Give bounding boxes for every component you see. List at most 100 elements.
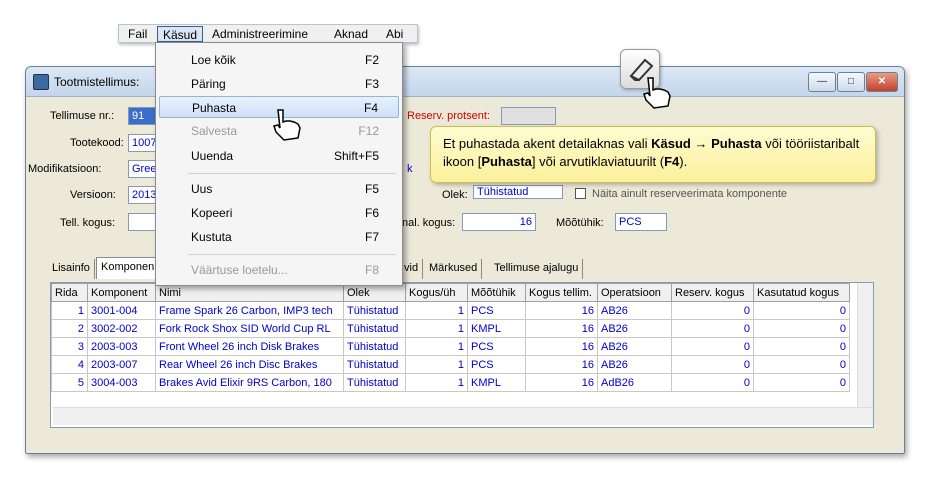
menu-kasud[interactable]: Käsud: [157, 26, 204, 42]
menu-item-kustuta[interactable]: Kustuta F7: [159, 226, 399, 248]
cell-mootuhik[interactable]: PCS: [467, 355, 526, 374]
cell-kasutatud-kogus[interactable]: 0: [753, 319, 850, 338]
table-row[interactable]: 1 3001-004 Frame Spark 26 Carbon, IMP3 tec…: [51, 301, 850, 320]
cell-olek[interactable]: Tühistatud: [343, 355, 406, 374]
col-operatsioon[interactable]: Operatsioon: [597, 283, 672, 302]
menu-aknad[interactable]: Aknad: [329, 26, 373, 42]
menu-item-vaartuse-loetelu[interactable]: Väärtuse loetelu... F8: [159, 259, 399, 281]
menu-item-loe-koik[interactable]: Loe kõik F2: [159, 49, 399, 71]
tell-kogus-label: Tell. kogus:: [60, 217, 116, 229]
cell-kogus-tellim[interactable]: 16: [525, 301, 598, 320]
cell-mootuhik[interactable]: KMPL: [467, 373, 526, 392]
cell-kogus-tellim[interactable]: 16: [525, 355, 598, 374]
cell-operatsioon[interactable]: AB26: [597, 337, 672, 356]
cell-kogus-uh[interactable]: 1: [405, 301, 468, 320]
cell-komponent[interactable]: 2003-003: [87, 337, 156, 356]
cell-kogus-tellim[interactable]: 16: [525, 337, 598, 356]
versioon-field[interactable]: 2013: [128, 186, 156, 204]
col-komponent[interactable]: Komponent: [87, 283, 156, 302]
cell-kasutatud-kogus[interactable]: 0: [753, 337, 850, 356]
col-mootuhik[interactable]: Mõõtühik: [467, 283, 526, 302]
table-row[interactable]: 2 3002-002 Fork Rock Shox SID World Cup RL…: [51, 319, 850, 338]
tab-vid[interactable]: vid: [400, 259, 424, 279]
cell-nimi[interactable]: Frame Spark 26 Carbon, IMP3 tech: [155, 301, 344, 320]
cell-nimi[interactable]: Fork Rock Shox SID World Cup RL: [155, 319, 344, 338]
menu-item-uuenda[interactable]: Uuenda Shift+F5: [159, 145, 399, 167]
cell-operatsioon[interactable]: AB26: [597, 301, 672, 320]
cell-operatsioon[interactable]: AB26: [597, 355, 672, 374]
col-kogus-uh[interactable]: Kogus/üh: [405, 283, 468, 302]
cell-olek[interactable]: Tühistatud: [343, 301, 406, 320]
tab-lisainfo[interactable]: Lisainfo: [48, 259, 95, 279]
cell-kasutatud-kogus[interactable]: 0: [753, 301, 850, 320]
menu-abi[interactable]: Abi: [381, 26, 408, 42]
tell-kogus-field[interactable]: [128, 213, 156, 231]
cell-rida[interactable]: 3: [51, 337, 88, 356]
cell-mootuhik[interactable]: KMPL: [467, 319, 526, 338]
cell-komponent[interactable]: 2003-007: [87, 355, 156, 374]
col-reserv-kogus[interactable]: Reserv. kogus: [671, 283, 754, 302]
cell-operatsioon[interactable]: AdB26: [597, 373, 672, 392]
minimize-button[interactable]: —: [808, 72, 836, 92]
cell-nimi[interactable]: Brakes Avid Elixir 9RS Carbon, 180: [155, 373, 344, 392]
cell-mootuhik[interactable]: PCS: [467, 301, 526, 320]
menu-fail[interactable]: Fail: [123, 26, 152, 42]
olek-field[interactable]: Tühistatud: [473, 185, 563, 199]
cell-kogus-tellim[interactable]: 16: [525, 373, 598, 392]
cell-kogus-uh[interactable]: 1: [405, 319, 468, 338]
cell-kasutatud-kogus[interactable]: 0: [753, 355, 850, 374]
table-row[interactable]: 5 3004-003 Brakes Avid Elixir 9RS Carbon, …: [51, 373, 850, 392]
table-row[interactable]: 3 2003-003 Front Wheel 26 inch Disk Brakes…: [51, 337, 850, 356]
cell-kasutatud-kogus[interactable]: 0: [753, 373, 850, 392]
menu-separator: [188, 254, 396, 255]
cell-kogus-uh[interactable]: 1: [405, 337, 468, 356]
close-button[interactable]: ✕: [866, 72, 898, 92]
mootuhik-field[interactable]: PCS: [615, 213, 667, 231]
tab-markused[interactable]: Märkused: [425, 259, 483, 279]
cell-olek[interactable]: Tühistatud: [343, 373, 406, 392]
col-nimi[interactable]: Nimi: [155, 283, 344, 302]
cell-reserv-kogus[interactable]: 0: [671, 355, 754, 374]
cell-kogus-uh[interactable]: 1: [405, 373, 468, 392]
cell-rida[interactable]: 2: [51, 319, 88, 338]
menu-administreerimine[interactable]: Administreerimine: [207, 26, 313, 42]
cell-kogus-uh[interactable]: 1: [405, 355, 468, 374]
cell-nimi[interactable]: Front Wheel 26 inch Disk Brakes: [155, 337, 344, 356]
cell-olek[interactable]: Tühistatud: [343, 319, 406, 338]
cell-komponent[interactable]: 3004-003: [87, 373, 156, 392]
tellimuse-nr-field[interactable]: 91: [128, 107, 156, 125]
menu-item-uus[interactable]: Uus F5: [159, 178, 399, 200]
tootekood-field[interactable]: 1007: [128, 134, 156, 152]
nal-kogus-field[interactable]: 16: [462, 213, 536, 231]
cell-komponent[interactable]: 3002-002: [87, 319, 156, 338]
maximize-button[interactable]: □: [837, 72, 865, 92]
table-row[interactable]: 4 2003-007 Rear Wheel 26 inch Disc Brakes T…: [51, 355, 850, 374]
cell-operatsioon[interactable]: AB26: [597, 319, 672, 338]
cell-rida[interactable]: 4: [51, 355, 88, 374]
col-kogus-tellim[interactable]: Kogus tellim.: [525, 283, 598, 302]
naita-checkbox[interactable]: [575, 188, 586, 199]
menu-item-paring[interactable]: Päring F3: [159, 73, 399, 95]
col-kasutatud-kogus[interactable]: Kasutatud kogus: [753, 283, 850, 302]
cell-kogus-tellim[interactable]: 16: [525, 319, 598, 338]
col-rida[interactable]: Rida: [51, 283, 88, 302]
tab-tellimuse-ajalugu[interactable]: Tellimuse ajalugu: [490, 259, 584, 279]
col-olek[interactable]: Olek: [343, 283, 406, 302]
cell-reserv-kogus[interactable]: 0: [671, 337, 754, 356]
cell-rida[interactable]: 5: [51, 373, 88, 392]
cell-reserv-kogus[interactable]: 0: [671, 373, 754, 392]
cell-rida[interactable]: 1: [51, 301, 88, 320]
cell-mootuhik[interactable]: PCS: [467, 337, 526, 356]
cell-reserv-kogus[interactable]: 0: [671, 301, 754, 320]
cell-reserv-kogus[interactable]: 0: [671, 319, 754, 338]
tab-komponendid[interactable]: Komponen: [96, 257, 160, 279]
cell-olek[interactable]: Tühistatud: [343, 337, 406, 356]
menu-item-kopeeri[interactable]: Kopeeri F6: [159, 202, 399, 224]
vertical-scrollbar[interactable]: [857, 283, 873, 407]
cell-komponent[interactable]: 3001-004: [87, 301, 156, 320]
horizontal-scrollbar[interactable]: [53, 407, 873, 425]
cell-nimi[interactable]: Rear Wheel 26 inch Disc Brakes: [155, 355, 344, 374]
reserv-protsent-field[interactable]: [501, 107, 556, 125]
components-grid: Rida Komponent Nimi Olek Kogus/üh Mõõtüh…: [50, 282, 874, 428]
modifikatsioon-field[interactable]: Gree: [128, 160, 156, 178]
